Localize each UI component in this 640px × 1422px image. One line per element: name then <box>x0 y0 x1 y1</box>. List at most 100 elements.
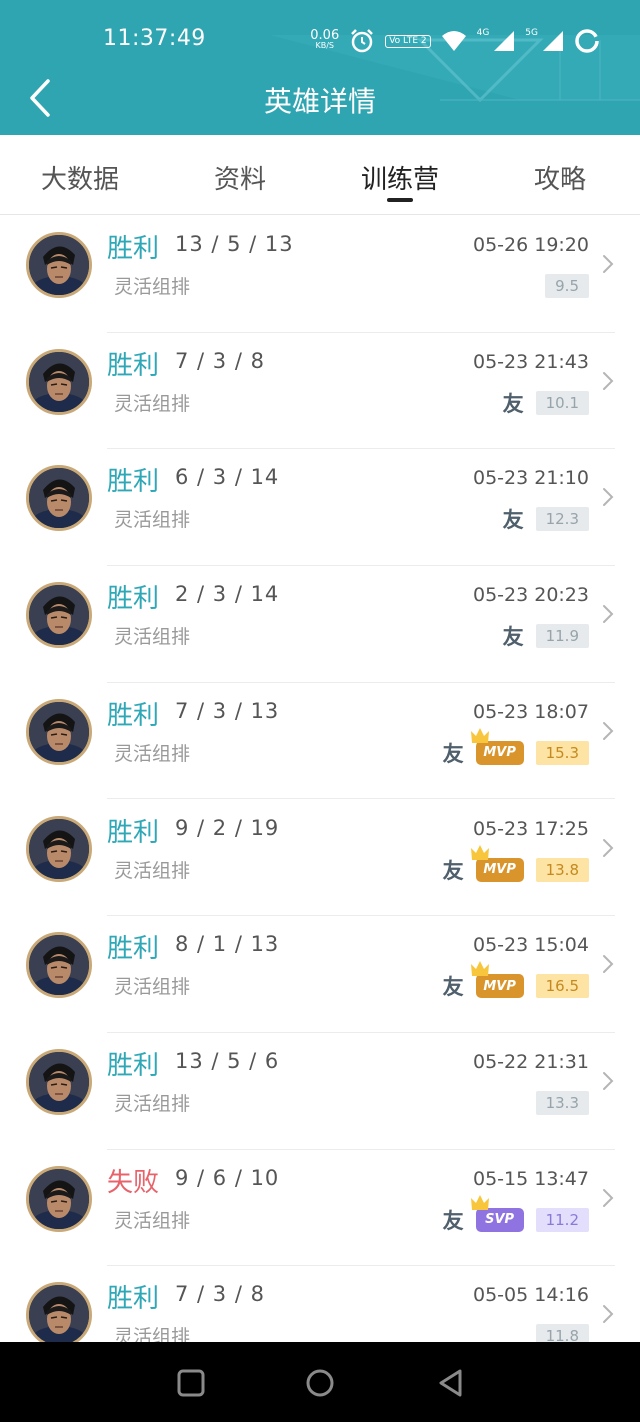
friend-tag: 友 <box>442 858 464 883</box>
award-badge: MVP <box>470 727 524 765</box>
match-mode: 灵活组排 <box>114 1326 191 1342</box>
match-time: 05-26 19:20 <box>472 234 589 256</box>
tab-label: 大数据 <box>40 165 119 195</box>
match-mode: 灵活组排 <box>114 976 191 999</box>
award-label: MVP <box>483 978 516 994</box>
friend-tag: 友 <box>502 625 524 650</box>
chevron-right-icon <box>603 838 614 857</box>
match-row[interactable]: 胜利 13 / 5 / 13 灵活组排 05-26 19:20 9.5 <box>0 216 640 333</box>
chevron-right-icon <box>603 721 614 740</box>
tab-1[interactable]: 资料 <box>160 135 320 214</box>
match-score: 9.5 <box>545 274 589 298</box>
tab-3[interactable]: 攻略 <box>480 135 640 214</box>
chevron-right-icon <box>603 1305 614 1324</box>
status-time: 11:37:49 <box>103 26 206 51</box>
award-badge: MVP <box>470 844 524 882</box>
match-row[interactable]: 胜利 6 / 3 / 14 灵活组排 05-23 21:10 友 12.3 <box>0 449 640 567</box>
hero-avatar <box>26 1048 92 1115</box>
chevron-right-icon <box>603 605 614 624</box>
match-mode: 灵活组排 <box>114 1092 191 1115</box>
match-row[interactable]: 胜利 13 / 5 / 6 灵活组排 05-22 21:31 13.3 <box>0 1033 640 1150</box>
match-result: 胜利 <box>107 584 160 615</box>
status-icons: 0.06 KB/S Vo LTE 2 4G 5G <box>310 26 600 56</box>
match-row[interactable]: 胜利 7 / 3 / 13 灵活组排 05-23 18:07 友 MVP 15.3 <box>0 683 640 800</box>
signal-5g-icon <box>543 31 563 51</box>
award-badge: SVP <box>470 1194 524 1232</box>
match-list[interactable]: 胜利 13 / 5 / 13 灵活组排 05-26 19:20 9.5 胜利 7 / 3 /… <box>0 216 640 1342</box>
circle-home-icon[interactable] <box>305 1368 335 1398</box>
chevron-right-icon <box>603 371 614 390</box>
match-row[interactable]: 胜利 9 / 2 / 19 灵活组排 05-23 17:25 友 MVP 13.8 <box>0 800 640 917</box>
chevron-right-icon <box>603 955 614 974</box>
match-badges: 友 10.1 <box>503 389 589 417</box>
match-kda: 7 / 3 / 8 <box>175 1282 265 1307</box>
match-badges: 友 MVP 15.3 <box>443 727 589 767</box>
chevron-right-icon <box>603 1071 614 1090</box>
match-row[interactable]: 失败 9 / 6 / 10 灵活组排 05-15 13:47 友 SVP 11.2 <box>0 1150 640 1267</box>
match-kda: 9 / 2 / 19 <box>175 815 280 840</box>
match-badges: 友 MVP 16.5 <box>442 961 589 1000</box>
match-score: 13.8 <box>535 857 589 882</box>
match-result: 胜利 <box>107 350 160 381</box>
hero-avatar <box>26 815 92 882</box>
match-kda: 13 / 5 / 13 <box>175 232 294 256</box>
tab-label: 训练营 <box>360 165 439 195</box>
chevron-right-icon <box>603 1188 614 1207</box>
match-result: 胜利 <box>107 934 160 965</box>
match-result: 胜利 <box>107 817 160 848</box>
tab-label: 资料 <box>213 165 266 195</box>
net-5g-label: 5G <box>525 28 538 38</box>
match-score: 12.3 <box>535 507 589 532</box>
match-kda: 8 / 1 / 13 <box>175 932 280 957</box>
friend-tag: 友 <box>502 391 524 416</box>
hero-avatar <box>26 232 92 298</box>
match-time: 05-15 13:47 <box>472 1167 589 1190</box>
match-score: 16.5 <box>535 974 589 999</box>
match-row[interactable]: 胜利 7 / 3 / 8 灵活组排 05-23 21:43 友 10.1 <box>0 333 640 450</box>
net-speed: 0.06 KB/S <box>310 29 339 51</box>
nav-bar: 英雄详情 <box>0 70 640 130</box>
match-score: 15.3 <box>535 740 589 765</box>
chevron-right-icon <box>603 255 614 273</box>
hero-avatar <box>26 1282 92 1342</box>
match-row[interactable]: 胜利 2 / 3 / 14 灵活组排 05-23 20:23 友 11.9 <box>0 566 640 683</box>
square-recents-icon[interactable] <box>176 1368 206 1398</box>
match-score: 11.9 <box>535 624 589 649</box>
match-row[interactable]: 胜利 7 / 3 / 8 灵活组排 05-05 14:16 11.8 <box>0 1266 640 1342</box>
status-bar: 11:37:49 0.06 KB/S Vo LTE 2 4G 5G <box>0 0 640 80</box>
tab-2[interactable]: 训练营 <box>320 135 480 214</box>
match-badges: 13.3 <box>535 1089 589 1117</box>
hero-avatar <box>26 582 92 649</box>
match-kda: 7 / 3 / 13 <box>175 698 280 723</box>
match-result: 胜利 <box>107 467 160 498</box>
volte-icon: Vo LTE 2 <box>385 34 431 48</box>
signal-4g-icon <box>494 31 515 51</box>
match-mode: 灵活组排 <box>114 1209 191 1232</box>
match-time: 05-23 18:07 <box>472 700 589 723</box>
match-kda: 9 / 6 / 10 <box>175 1165 280 1190</box>
friend-tag: 友 <box>442 975 464 1000</box>
match-time: 05-22 21:31 <box>472 1050 589 1073</box>
award-badge: MVP <box>470 961 524 999</box>
match-kda: 13 / 5 / 6 <box>175 1048 280 1073</box>
alarm-icon <box>351 29 374 53</box>
tab-active-indicator <box>387 198 413 202</box>
friend-tag: 友 <box>502 508 524 533</box>
match-result: 胜利 <box>107 1050 160 1081</box>
match-result: 胜利 <box>107 1284 160 1315</box>
friend-tag: 友 <box>442 1208 464 1233</box>
match-badges: 友 11.9 <box>503 622 589 650</box>
match-row[interactable]: 胜利 8 / 1 / 13 灵活组排 05-23 15:04 友 MVP 16.5 <box>0 916 640 1033</box>
match-mode: 灵活组排 <box>114 742 191 765</box>
hero-avatar <box>26 932 92 999</box>
match-kda: 2 / 3 / 14 <box>175 582 280 607</box>
match-mode: 灵活组排 <box>114 509 191 532</box>
match-mode: 灵活组排 <box>114 859 191 882</box>
tab-0[interactable]: 大数据 <box>0 135 160 214</box>
match-time: 05-23 21:10 <box>472 467 589 490</box>
match-time: 05-05 14:16 <box>472 1284 589 1307</box>
triangle-back-icon[interactable] <box>436 1368 466 1398</box>
match-time: 05-23 15:04 <box>472 934 589 957</box>
match-time: 05-23 21:43 <box>472 350 589 373</box>
match-time: 05-23 17:25 <box>472 817 589 840</box>
